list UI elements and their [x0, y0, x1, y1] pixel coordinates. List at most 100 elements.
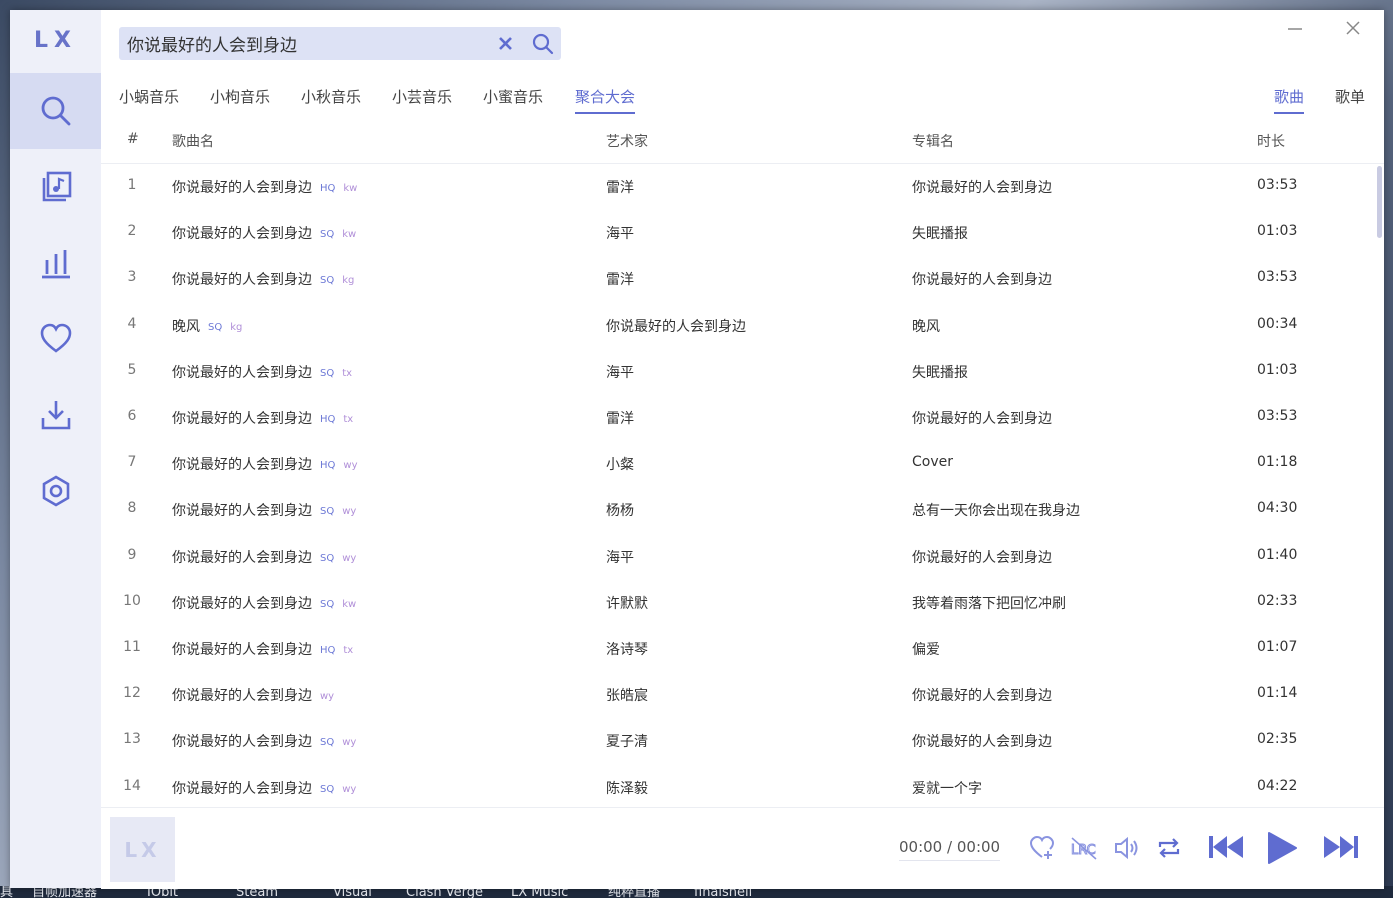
album-name[interactable]: Cover	[912, 454, 953, 470]
tab-source[interactable]: 小枸音乐	[210, 86, 270, 107]
tab-source[interactable]: 小秋音乐	[301, 86, 361, 107]
song-title-cell: 你说最好的人会到身边 SQ kw	[172, 223, 356, 243]
favorite-icon[interactable]	[1029, 835, 1055, 861]
artist-name[interactable]: 海平	[606, 223, 634, 243]
table-row[interactable]: 1 你说最好的人会到身边 HQ kw 雷洋 你说最好的人会到身边 03:53	[101, 164, 1371, 210]
album-name[interactable]: 你说最好的人会到身边	[912, 547, 1052, 567]
song-title: 你说最好的人会到身边	[172, 549, 312, 566]
table-row[interactable]: 8 你说最好的人会到身边 SQ wy 杨杨 总有一天你会出现在我身边 04:30	[101, 487, 1371, 533]
row-number: 2	[127, 223, 137, 240]
repeat-icon[interactable]	[1156, 835, 1182, 861]
album-name[interactable]: 失眠播报	[912, 223, 968, 243]
play-icon[interactable]	[1265, 830, 1299, 866]
table-row[interactable]: 13 你说最好的人会到身边 SQ wy 夏子清 你说最好的人会到身边 02:35	[101, 718, 1371, 764]
artist-name[interactable]: 张皓宸	[606, 685, 648, 705]
table-row[interactable]: 14 你说最好的人会到身边 SQ wy 陈泽毅 爱就一个字 04:22	[101, 765, 1371, 807]
search-bar	[119, 27, 561, 60]
volume-icon[interactable]	[1113, 835, 1141, 861]
tab-source[interactable]: 小蜜音乐	[483, 86, 543, 107]
album-name[interactable]: 爱就一个字	[912, 778, 982, 798]
source-tag: wy	[343, 460, 358, 472]
song-title-cell: 晚风 SQ kg	[172, 316, 242, 336]
download-icon	[41, 401, 70, 430]
artist-name[interactable]: 洛诗琴	[606, 639, 648, 659]
tab-source-active[interactable]: 聚合大会	[575, 86, 636, 114]
artist-name[interactable]: 雷洋	[606, 408, 634, 428]
table-row[interactable]: 12 你说最好的人会到身边 wy 张皓宸 你说最好的人会到身边 01:14	[101, 672, 1371, 718]
artist-name[interactable]: 小粲	[606, 454, 634, 474]
nav-song-list[interactable]	[10, 149, 101, 225]
source-tag: wy	[342, 737, 357, 749]
song-title-cell: 你说最好的人会到身边 SQ tx	[172, 362, 352, 382]
nav-favorites[interactable]	[10, 301, 101, 377]
lyrics-icon[interactable]: LRC	[1070, 835, 1098, 861]
close-icon[interactable]	[1345, 20, 1361, 36]
table-row[interactable]: 9 你说最好的人会到身边 SQ wy 海平 你说最好的人会到身边 01:40	[101, 534, 1371, 580]
table-row[interactable]: 2 你说最好的人会到身边 SQ kw 海平 失眠播报 01:03	[101, 210, 1371, 256]
album-name[interactable]: 你说最好的人会到身边	[912, 731, 1052, 751]
artist-name[interactable]: 你说最好的人会到身边	[606, 316, 746, 336]
album-name[interactable]: 你说最好的人会到身边	[912, 685, 1052, 705]
song-title: 你说最好的人会到身边	[172, 272, 312, 289]
song-title: 你说最好的人会到身边	[172, 734, 312, 751]
nav-leaderboard[interactable]	[10, 225, 101, 301]
header-album: 专辑名	[912, 134, 954, 150]
previous-icon[interactable]	[1207, 833, 1245, 861]
nav-settings[interactable]	[10, 453, 101, 529]
tab-playlists[interactable]: 歌单	[1335, 86, 1365, 107]
album-name[interactable]: 失眠播报	[912, 362, 968, 382]
nav-search[interactable]	[10, 73, 101, 149]
quality-tag: SQ	[320, 229, 335, 241]
table-row[interactable]: 7 你说最好的人会到身边 HQ wy 小粲 Cover 01:18	[101, 441, 1371, 487]
artist-name[interactable]: 陈泽毅	[606, 778, 648, 798]
header-artist: 艺术家	[606, 134, 648, 150]
scrollbar[interactable]	[1377, 164, 1382, 807]
album-name[interactable]: 你说最好的人会到身边	[912, 269, 1052, 289]
song-title-cell: 你说最好的人会到身边 SQ wy	[172, 500, 356, 520]
quality-tag: HQ	[320, 645, 336, 656]
duration: 01:18	[1257, 454, 1298, 471]
duration: 02:35	[1257, 731, 1298, 748]
artist-name[interactable]: 杨杨	[606, 500, 634, 520]
song-title-cell: 你说最好的人会到身边 SQ wy	[172, 778, 356, 798]
scroll-thumb[interactable]	[1377, 166, 1382, 238]
table-row[interactable]: 5 你说最好的人会到身边 SQ tx 海平 失眠播报 01:03	[101, 349, 1371, 395]
duration: 02:33	[1257, 592, 1298, 609]
table-row[interactable]: 3 你说最好的人会到身边 SQ kg 雷洋 你说最好的人会到身边 03:53	[101, 256, 1371, 302]
clear-icon[interactable]	[497, 35, 514, 52]
artist-name[interactable]: 海平	[606, 547, 634, 567]
artist-name[interactable]: 海平	[606, 362, 634, 382]
next-icon[interactable]	[1322, 833, 1360, 861]
album-cover[interactable]: LX	[110, 817, 175, 882]
artist-name[interactable]: 许默默	[606, 593, 648, 613]
row-number: 11	[123, 639, 141, 655]
tab-source[interactable]: 小芸音乐	[392, 86, 452, 107]
time-separator: /	[947, 838, 953, 856]
album-name[interactable]: 偏爱	[912, 639, 940, 659]
search-icon[interactable]	[532, 33, 554, 55]
table-row[interactable]: 4 晚风 SQ kg 你说最好的人会到身边 晚风 00:34	[101, 303, 1371, 349]
song-title-cell: 你说最好的人会到身边 SQ kw	[172, 593, 356, 613]
album-name[interactable]: 我等着雨落下把回忆冲刷	[912, 593, 1066, 613]
duration: 00:34	[1257, 315, 1298, 332]
artist-name[interactable]: 夏子清	[606, 731, 648, 751]
artist-name[interactable]: 雷洋	[606, 177, 634, 197]
album-name[interactable]: 晚风	[912, 316, 940, 336]
album-name[interactable]: 你说最好的人会到身边	[912, 408, 1052, 428]
tab-source[interactable]: 小蜗音乐	[119, 86, 179, 107]
quality-tag: SQ	[320, 506, 335, 518]
nav-download[interactable]	[10, 377, 101, 453]
song-title-cell: 你说最好的人会到身边 SQ kg	[172, 269, 354, 289]
song-list: 1 你说最好的人会到身边 HQ kw 雷洋 你说最好的人会到身边 03:53 2 你说最好的人会…	[101, 164, 1384, 807]
song-title: 你说最好的人会到身边	[172, 780, 312, 797]
album-name[interactable]: 总有一天你会出现在我身边	[912, 500, 1080, 520]
table-row[interactable]: 6 你说最好的人会到身边 HQ tx 雷洋 你说最好的人会到身边 03:53	[101, 395, 1371, 441]
table-row[interactable]: 10 你说最好的人会到身边 SQ kw 许默默 我等着雨落下把回忆冲刷 02:33	[101, 580, 1371, 626]
search-input[interactable]	[127, 27, 487, 60]
artist-name[interactable]: 雷洋	[606, 269, 634, 289]
tab-songs[interactable]: 歌曲	[1274, 86, 1305, 114]
table-row[interactable]: 11 你说最好的人会到身边 HQ tx 洛诗琴 偏爱 01:07	[101, 626, 1371, 672]
minimize-icon[interactable]	[1287, 26, 1303, 42]
duration: 03:53	[1257, 269, 1298, 286]
album-name[interactable]: 你说最好的人会到身边	[912, 177, 1052, 197]
